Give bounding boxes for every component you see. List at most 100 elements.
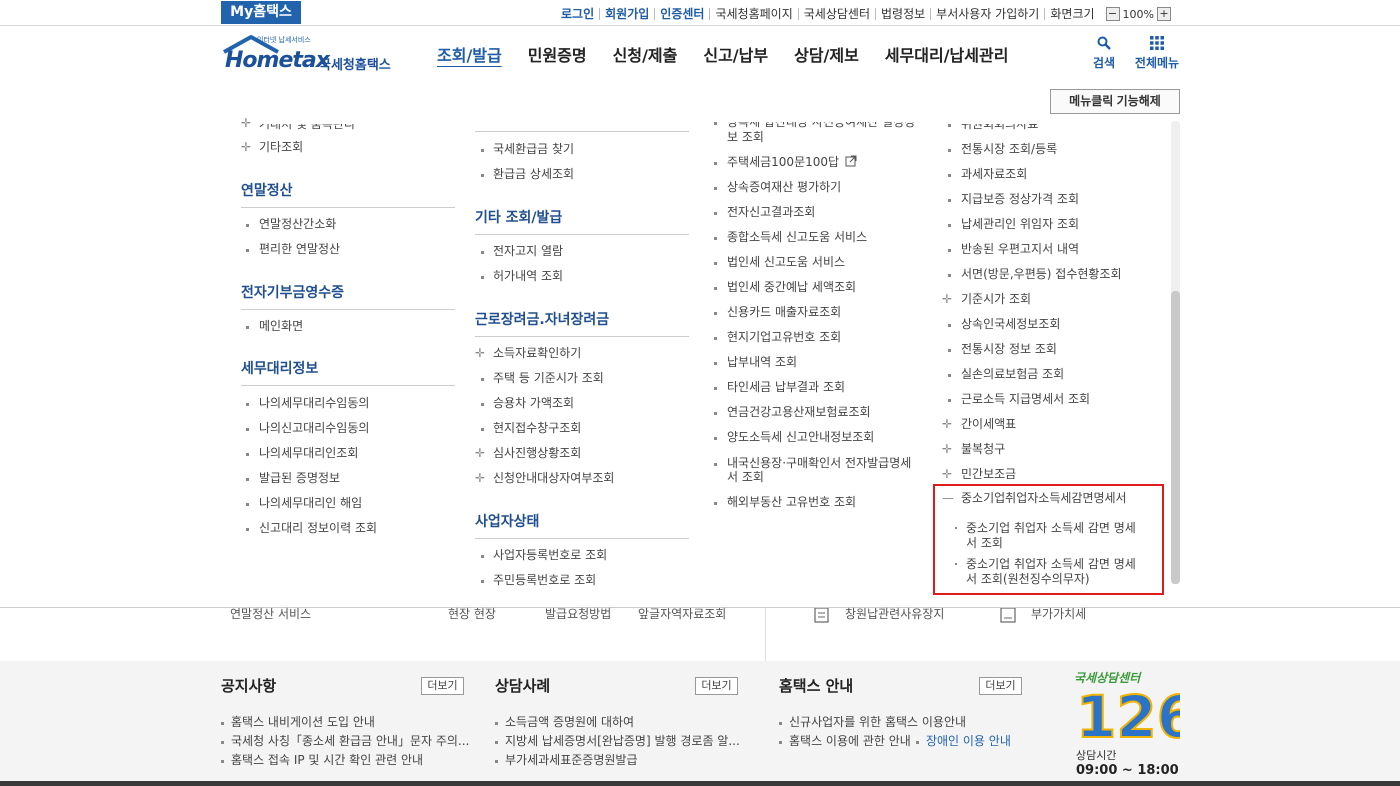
list-item[interactable]: 홈택스 접속 IP 및 시간 확인 관련 안내 [221,753,423,767]
menu-item[interactable]: 허가내역 조회 [493,269,563,284]
more-button-notice[interactable]: 더보기 [421,677,464,695]
menu-item[interactable]: 납세관리인 위임자 조회 [961,217,1079,232]
bullet-icon [714,463,717,466]
bullet-icon [246,326,249,329]
menu-item-gift-property[interactable]: 상속세 합산대상 사전증여재산 결정정 [727,122,915,130]
menu-click-release-button[interactable]: 메뉴클릭 기능해제 [1050,89,1180,114]
gnb-inquiry-issue[interactable]: 조회/발급 [424,42,515,66]
menu-item[interactable]: 나의세무대리인 해임 [259,496,362,511]
menu-item[interactable]: 주민등록번호로 조회 [493,573,596,588]
hometax-logo[interactable]: 인터넷 납세서비스 Hometax 국세청홈택스 [221,34,406,74]
menu-item[interactable]: 신용카드 매출자료조회 [727,305,841,320]
menu-item[interactable]: 과세자료조회 [961,167,1027,182]
search-button[interactable]: 검색 [1089,36,1119,71]
list-item[interactable]: 부가세과세표준증명원발급 [495,753,637,767]
menu-item[interactable]: 연금건강고용산재보험료조회 [727,405,871,420]
menu-item[interactable]: 양도소득세 신고안내정보조회 [727,430,874,445]
menu-item[interactable]: 상속인국세정보조회 [961,317,1060,332]
menu-item[interactable]: 해외부동산 고유번호 조회 [727,495,856,510]
list-item[interactable]: 홈택스 내비게이션 도입 안내 [221,715,375,729]
gnb-certificates[interactable]: 민원증명 [515,42,600,66]
menu-item[interactable]: 나의세무대리인조회 [259,446,358,461]
menu-subitem-sme-reduction-withholder[interactable]: 중소기업 취업자 소득세 감면 명세 [966,557,1136,572]
mega-menu-scrollbar[interactable] [1171,121,1180,584]
menu-item[interactable]: 상속증여재산 평가하기 [727,180,841,195]
nts-homepage-link[interactable]: 국세청홈페이지 [709,8,797,20]
menu-subitem-sme-reduction-inquiry[interactable]: 중소기업 취업자 소득세 감면 명세 [966,521,1136,536]
menu-item[interactable]: 환급금 상세조회 [493,167,574,182]
menu-item[interactable]: 전자신고결과조회 [727,205,815,220]
list-item[interactable]: 홈택스 이용에 관한 안내 [779,734,911,748]
menu-item[interactable]: 반송된 우편고지서 내역 [961,242,1079,257]
menu-item[interactable]: 편리한 연말정산 [259,242,340,257]
menu-item[interactable]: 연말정산간소화 [259,217,336,232]
menu-item[interactable]: 법인세 중간예납 세액조회 [727,280,856,295]
menu-item-other-inquiry[interactable]: 기타조회 [259,140,303,155]
underlying-content-strip: 연말정산 서비스 현장 현장 발급요청방법 앞글자역자료조회 창원납관련사유장지… [0,607,1400,661]
menu-item[interactable]: 신고대리 정보이력 조회 [259,521,377,536]
gnb-report-pay[interactable]: 신고/납부 [690,42,781,66]
menu-item[interactable]: 승용차 가액조회 [493,396,574,411]
menu-item[interactable]: 신청안내대상자여부조회 [493,471,614,486]
menu-item[interactable]: 발급된 증명정보 [259,471,340,486]
zoom-out-button[interactable]: − [1105,7,1120,21]
menu-item[interactable]: 납부내역 조회 [727,355,797,370]
menu-group-private-subsidy[interactable]: 민간보조금 [961,467,1016,482]
menu-item[interactable]: 전자고지 열람 [493,244,563,259]
more-button-guide[interactable]: 더보기 [979,677,1022,695]
menu-item[interactable]: 실손의료보험금 조회 [961,367,1064,382]
menu-item-committee-minutes[interactable]: 위원회회의자료 [961,124,1038,132]
menu-group-simple-tax-table[interactable]: 간이세액표 [961,417,1016,432]
menu-item[interactable]: 사업자등록번호로 조회 [493,548,607,563]
menu-item[interactable]: 현지기업고유번호 조회 [727,330,841,345]
dept-user-signup-link[interactable]: 부서사용자 가입하기 [930,8,1044,20]
menu-group-appeal[interactable]: 불복청구 [961,442,1005,457]
list-item[interactable]: 소득금액 증명원에 대하여 [495,715,634,729]
menu-item[interactable]: 현지접수창구조회 [493,421,581,436]
menu-item[interactable]: 국세환급금 찾기 [493,142,574,157]
section-title-business-status: 사업자상태 [475,514,540,530]
menu-item[interactable]: 서면(방문,우편등) 접수현황조회 [961,267,1122,282]
menu-item[interactable]: 타인세금 납부결과 조회 [727,380,845,395]
more-button-consult[interactable]: 더보기 [695,677,738,695]
menu-item[interactable]: 주택 등 기준시가 조회 [493,371,604,386]
menu-item-housing-tax-qa[interactable]: 주택세금100문100답 [727,155,857,170]
bullet-icon [481,276,484,279]
menu-item[interactable]: 전통시장 조회/등록 [961,142,1057,157]
list-item[interactable]: 장애인 이용 안내 [916,734,1011,748]
menu-item[interactable]: 지급보증 정상가격 조회 [961,192,1079,207]
menu-item[interactable]: 근로소득 지급명세서 조회 [961,392,1090,407]
list-item[interactable]: 국세청 사칭「종소세 환급금 안내」문자 주의... [221,734,469,748]
list-item[interactable]: 신규사업자를 위한 홈택스 이용안내 [779,715,966,729]
menu-group-standard-price[interactable]: 기준시가 조회 [961,292,1031,307]
menu-item[interactable]: 소득자료확인하기 [493,346,581,361]
all-menu-button[interactable]: 전체메뉴 [1130,36,1184,71]
signup-link[interactable]: 회원가입 [599,8,654,20]
consult-center-link[interactable]: 국세상담센터 [797,8,875,20]
my-hometax-button[interactable]: My홈택스 [221,1,301,24]
law-info-link[interactable]: 법령정보 [875,8,930,20]
menu-item[interactable]: 나의세무대리수임동의 [259,396,369,411]
menu-item[interactable]: 법인세 신고도움 서비스 [727,255,845,270]
menu-item[interactable]: 메인화면 [259,319,303,334]
call-center-hours: 09:00 ~ 18:00 [1076,763,1179,778]
menu-item-client-items[interactable]: 거래처 및 품목관리 [259,124,355,132]
scrollbar-thumb[interactable] [1171,291,1180,584]
login-link[interactable]: 로그인 [556,8,599,20]
bullet-icon [714,412,717,415]
gnb-tax-agent[interactable]: 세무대리/납세관리 [872,42,1022,66]
call-center-banner[interactable]: 국세상담센터 126 상담시간 09:00 ~ 18:00 [1074,669,1184,779]
gnb-apply-submit[interactable]: 신청/제출 [600,42,691,66]
zoom-in-button[interactable]: + [1156,7,1171,21]
menu-item[interactable]: 전통시장 정보 조회 [961,342,1057,357]
gnb-consult[interactable]: 상담/제보 [781,42,872,66]
cert-center-link[interactable]: 인증센터 [654,8,709,20]
menu-item[interactable]: 나의신고대리수임동의 [259,421,369,436]
menu-item[interactable]: 종합소득세 신고도움 서비스 [727,230,867,245]
menu-group-sme-employee-tax-reduction[interactable]: 중소기업취업자소득세감면명세서 [961,491,1127,506]
menu-item-local-credit-letter[interactable]: 내국신용장·구매확인서 전자발급명세 [727,456,911,471]
menu-item-continuation: 보 조회 [727,130,764,144]
mega-menu-panel: 메뉴클릭 기능해제 ✛ 거래처 및 품목관리 ✛ 기타조회 연말정산 연말정산간… [0,86,1400,608]
list-item[interactable]: 지방세 납세증명서[완납증명] 발행 경로좀 알... [495,734,740,748]
menu-item[interactable]: 심사진행상황조회 [493,446,581,461]
